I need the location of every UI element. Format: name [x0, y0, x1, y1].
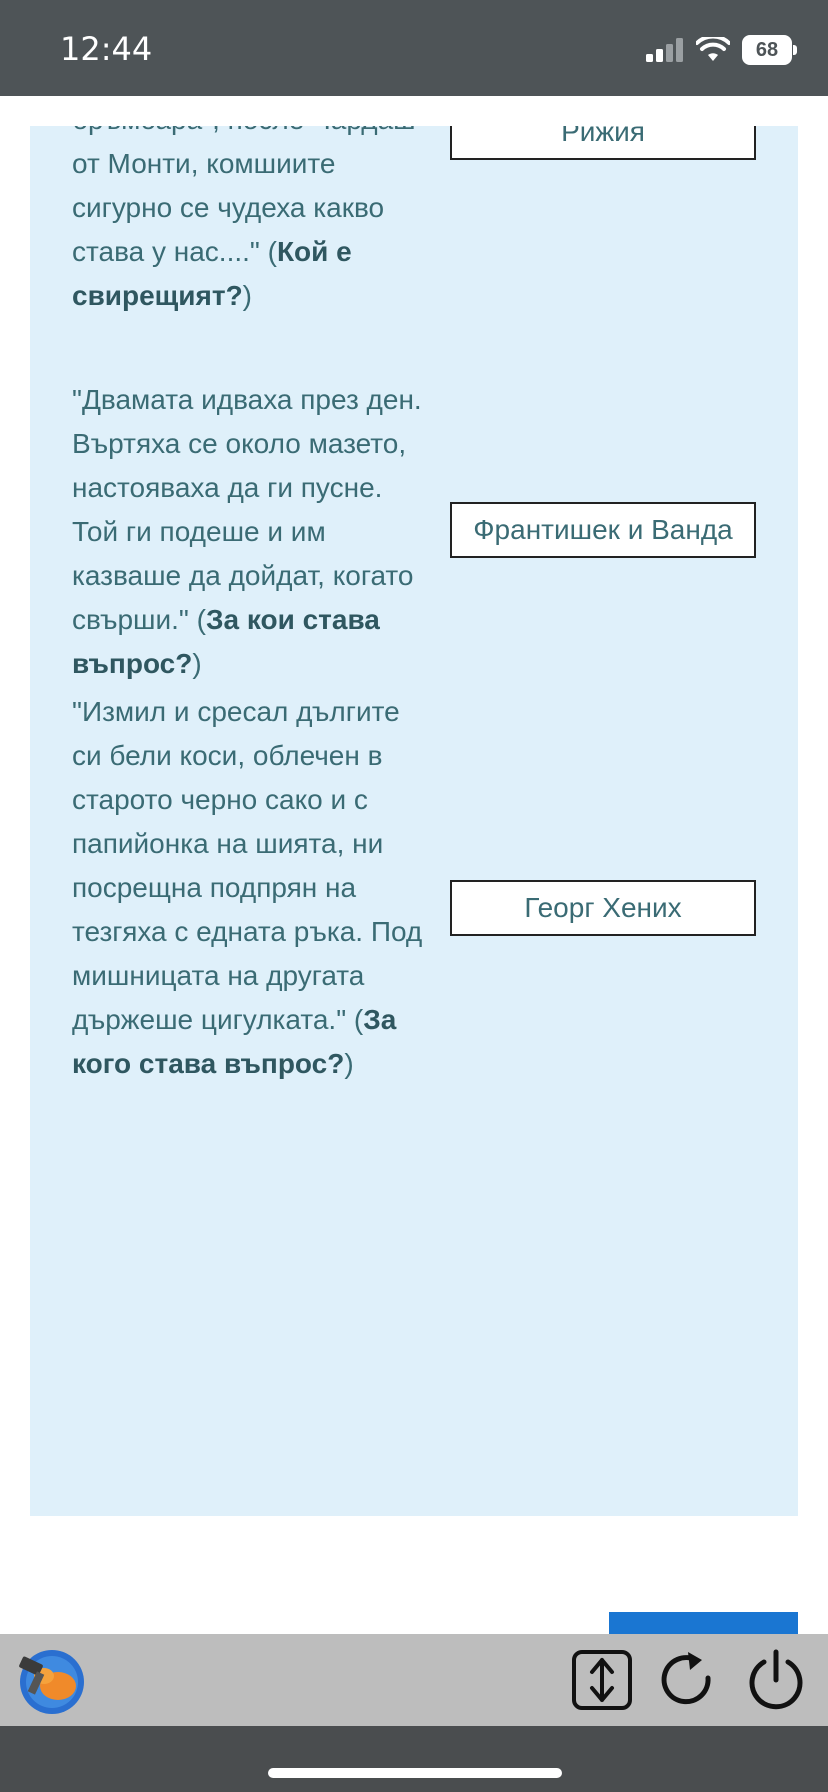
status-time: 12:44: [60, 30, 153, 68]
scroll-toggle-icon[interactable]: [570, 1648, 634, 1712]
signal-icon: [646, 38, 683, 62]
entry-close: ): [344, 1048, 354, 1079]
answer-box[interactable]: Георг Хених: [450, 880, 756, 936]
home-area: [0, 1726, 828, 1792]
wifi-icon: [696, 37, 730, 61]
entry-close: ): [192, 648, 202, 679]
entry-close: ): [242, 280, 252, 311]
matching-panel: бръмбара", после Чардаш" от Монти, комши…: [30, 126, 798, 1516]
power-icon[interactable]: [744, 1648, 808, 1712]
quiz-entry: бръмбара", после Чардаш" от Монти, комши…: [72, 126, 432, 318]
entry-text: "Измил и сресал дългите си бели коси, об…: [72, 696, 423, 1035]
app-logo-icon[interactable]: [14, 1646, 86, 1721]
battery-level: 68: [755, 39, 779, 61]
top-strip: [0, 96, 828, 126]
submit-button[interactable]: [609, 1612, 798, 1636]
quiz-entry: "Измил и сресал дългите си бели коси, об…: [72, 690, 432, 1086]
quiz-entry: "Двамата идваха през ден. Въртяха се око…: [72, 378, 432, 686]
answer-box[interactable]: Франтишек и Ванда: [450, 502, 756, 558]
home-indicator[interactable]: [268, 1768, 562, 1778]
answer-box[interactable]: Рижия: [450, 126, 756, 160]
status-icons: 68: [646, 34, 797, 66]
entry-text: "Двамата идваха през ден. Въртяха се око…: [72, 384, 422, 635]
bottom-toolbar: [0, 1634, 828, 1726]
battery-tip: [793, 45, 797, 55]
battery-indicator: 68: [742, 35, 797, 65]
entry-text: бръмбара", после Чардаш" от Монти, комши…: [72, 126, 426, 267]
status-bar: 12:44 68: [0, 0, 828, 96]
reload-icon[interactable]: [656, 1648, 720, 1712]
